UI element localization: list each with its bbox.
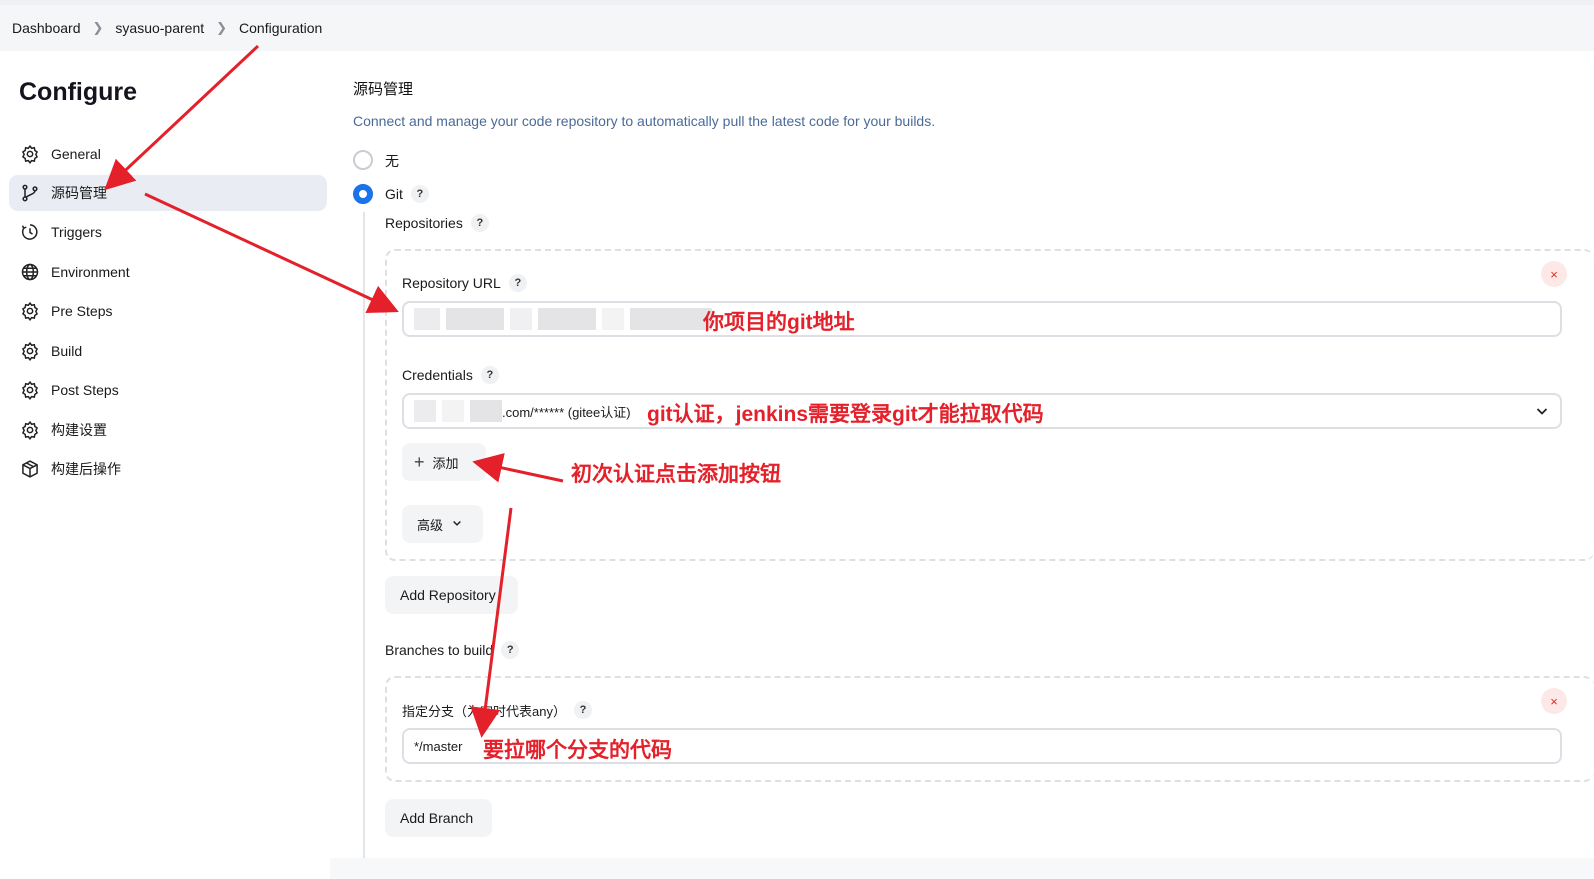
add-repository-button[interactable]: Add Repository: [385, 576, 518, 614]
package-icon: [19, 458, 41, 480]
section-divider: [363, 212, 365, 862]
breadcrumb-configuration[interactable]: Configuration: [239, 20, 322, 36]
help-icon[interactable]: ?: [470, 214, 489, 232]
sidebar-item-pre-steps[interactable]: Pre Steps: [9, 293, 327, 329]
redacted-text: [414, 308, 440, 330]
credentials-text: Credentials: [402, 367, 473, 383]
sidebar-item-scm[interactable]: 源码管理: [9, 175, 327, 211]
radio-git[interactable]: [353, 184, 373, 204]
branches-text: Branches to build: [385, 642, 494, 658]
plus-icon: +: [414, 451, 425, 472]
annotation-branch: 要拉哪个分支的代码: [483, 739, 672, 762]
sidebar-item-triggers[interactable]: Triggers: [9, 214, 327, 250]
sidebar-item-build[interactable]: Build: [9, 333, 327, 369]
gear-icon: [19, 300, 41, 322]
gear-icon: [19, 143, 41, 165]
chevron-right-icon: ❯: [92, 20, 104, 35]
annotation-repo-url: 你项目的git地址: [703, 311, 855, 334]
radio-none[interactable]: [353, 150, 373, 170]
redacted-text: [510, 308, 532, 330]
page-title: Configure: [19, 78, 138, 106]
add-branch-button[interactable]: Add Branch: [385, 799, 492, 837]
add-credentials-button[interactable]: + 添加: [402, 443, 486, 481]
redacted-text: [470, 400, 502, 422]
sidebar-item-label: 源码管理: [51, 185, 107, 201]
branch-icon: [19, 182, 41, 204]
sidebar-item-post-steps[interactable]: Post Steps: [9, 372, 327, 408]
sidebar-item-label: Pre Steps: [51, 303, 113, 319]
breadcrumb: Dashboard ❯ syasuo-parent ❯ Configuratio…: [0, 5, 1594, 51]
remove-branch-icon[interactable]: ×: [1541, 688, 1567, 714]
repositories-label: Repositories ?: [385, 212, 489, 234]
section-title: 源码管理: [353, 81, 414, 98]
repository-url-text: Repository URL: [402, 275, 501, 291]
help-icon[interactable]: ?: [410, 185, 429, 203]
remove-repository-icon[interactable]: ×: [1541, 261, 1567, 287]
sidebar-item-label: 构建后操作: [51, 461, 121, 477]
globe-icon: [19, 261, 41, 283]
radio-git-text: Git: [385, 186, 403, 202]
redacted-text: [538, 308, 596, 330]
clock-icon: [19, 221, 41, 243]
credentials-value: .com/****** (gitee认证): [502, 404, 631, 420]
chevron-down-icon: [1534, 403, 1550, 422]
redacted-text: [414, 400, 436, 422]
sidebar-item-general[interactable]: General: [9, 136, 327, 172]
help-icon[interactable]: ?: [480, 366, 499, 384]
section-description: Connect and manage your code repository …: [353, 113, 936, 129]
advanced-button-label: 高级: [417, 517, 444, 533]
breadcrumb-project[interactable]: syasuo-parent: [115, 20, 204, 36]
breadcrumb-dashboard[interactable]: Dashboard: [12, 20, 81, 36]
bottom-edge: [330, 858, 1594, 879]
help-icon[interactable]: ?: [508, 274, 527, 292]
advanced-button[interactable]: 高级: [402, 505, 483, 543]
branch-specifier-label: 指定分支（为空时代表any） ?: [402, 699, 592, 721]
gear-icon: [19, 419, 41, 441]
sidebar-item-environment[interactable]: Environment: [9, 254, 327, 290]
redacted-text: [442, 400, 464, 422]
gear-icon: [19, 379, 41, 401]
gear-icon: [19, 340, 41, 362]
redacted-text: [630, 308, 712, 330]
sidebar-item-label: Triggers: [51, 224, 102, 240]
annotation-credentials: git认证，jenkins需要登录git才能拉取代码: [647, 403, 1044, 426]
sidebar-item-label: Post Steps: [51, 382, 119, 398]
help-icon[interactable]: ?: [573, 701, 592, 719]
radio-none-label: 无: [385, 153, 399, 169]
credentials-label: Credentials ?: [402, 364, 499, 386]
sidebar-item-label: 构建设置: [51, 422, 107, 438]
sidebar-item-post-build[interactable]: 构建后操作: [9, 451, 327, 487]
help-icon[interactable]: ?: [501, 641, 520, 659]
add-button-label: 添加: [432, 455, 459, 471]
redacted-text: [446, 308, 504, 330]
repositories-text: Repositories: [385, 215, 463, 231]
sidebar-item-build-settings[interactable]: 构建设置: [9, 412, 327, 448]
repository-url-label: Repository URL ?: [402, 272, 527, 294]
sidebar-item-label: Environment: [51, 264, 130, 280]
chevron-down-icon: [451, 517, 463, 532]
sidebar-item-label: General: [51, 146, 101, 162]
redacted-text: [602, 308, 624, 330]
repository-url-input[interactable]: [402, 301, 1562, 337]
annotation-add: 初次认证点击添加按钮: [571, 463, 781, 486]
sidebar-item-label: Build: [51, 343, 83, 359]
radio-git-label: Git ?: [385, 184, 429, 204]
branches-label: Branches to build ?: [385, 639, 520, 661]
chevron-right-icon: ❯: [216, 20, 228, 35]
branch-specifier-text: 指定分支（为空时代表any）: [402, 703, 566, 719]
